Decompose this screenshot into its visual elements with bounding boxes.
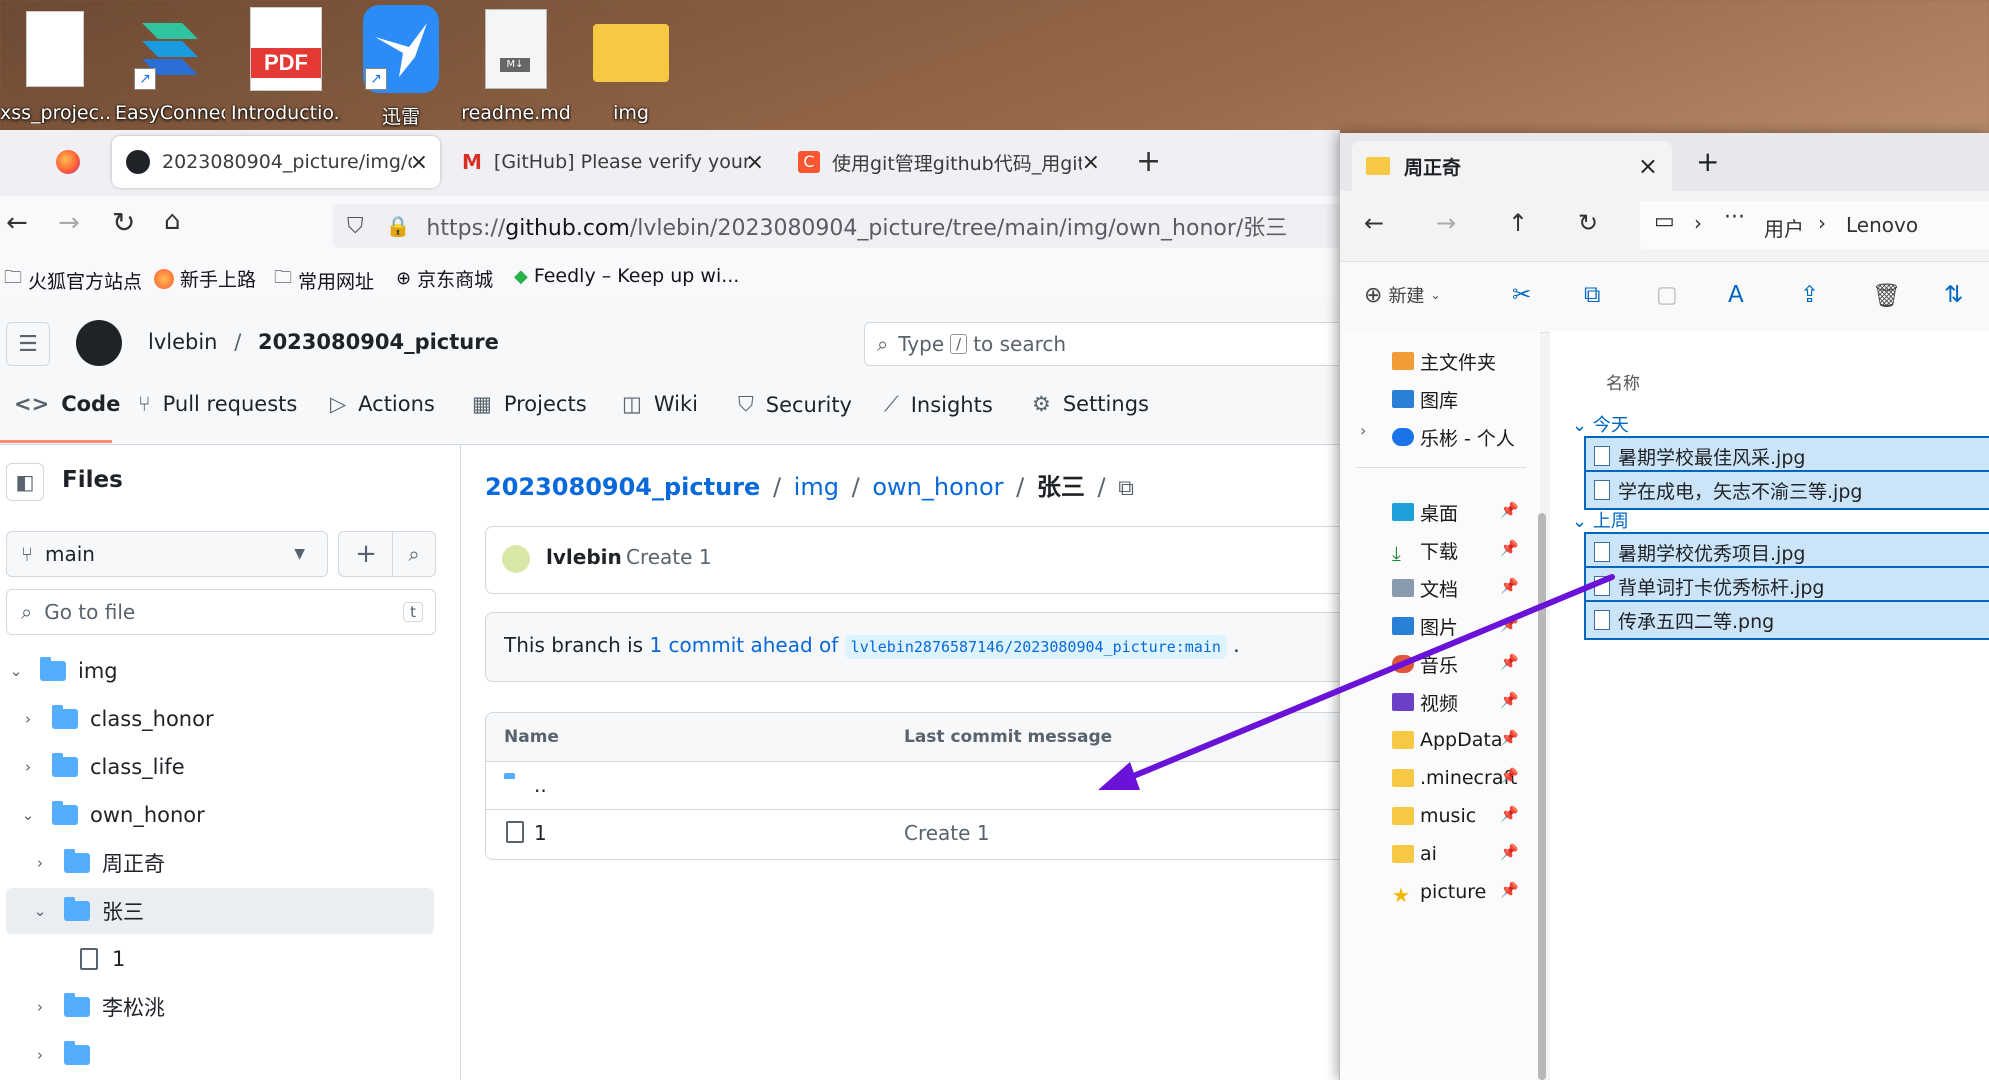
drag-arrow-annotation xyxy=(1098,574,1615,790)
